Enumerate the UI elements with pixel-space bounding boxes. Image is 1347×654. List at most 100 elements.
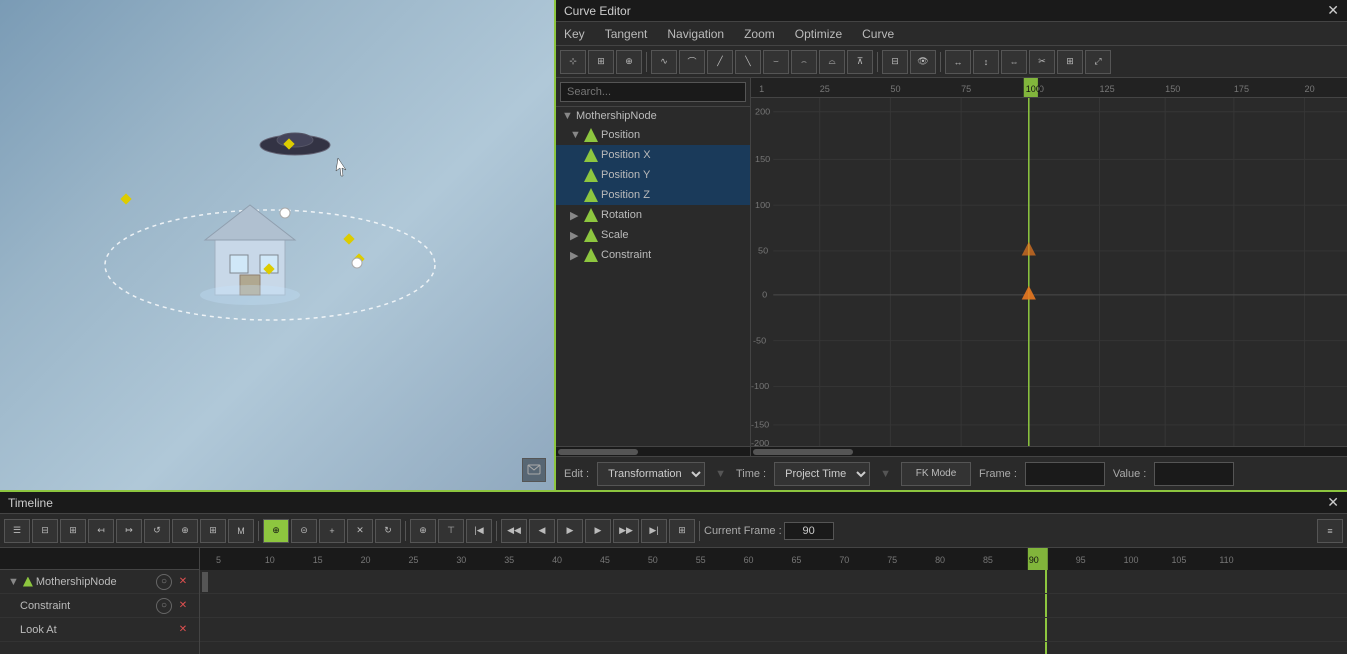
tree-item-position[interactable]: ▼ Position [556,125,750,145]
tl-tb7[interactable]: ⊕ [172,519,198,543]
tb-move3[interactable]: ↕ [973,50,999,74]
viewport-message-icon[interactable] [522,458,546,482]
tl-collapse-constraint[interactable]: ○ [156,598,172,614]
menu-key[interactable]: Key [560,25,589,43]
svg-text:80: 80 [935,555,945,565]
svg-text:20: 20 [361,555,371,565]
time-dropdown[interactable]: Project Time [774,462,870,486]
menu-zoom[interactable]: Zoom [740,25,779,43]
tb-curve1[interactable]: ∿ [651,50,677,74]
tb-curve6[interactable]: ⌢ [791,50,817,74]
tl-expand-mothership[interactable]: ▼ [8,576,19,588]
tree-label-rotation: Rotation [601,209,642,221]
timeline-track-area: 5 10 15 20 25 30 35 40 45 50 55 60 65 70 [200,548,1347,654]
tl-delete-constraint[interactable]: ✕ [175,598,191,614]
tree-item-posX[interactable]: Position X [556,145,750,165]
tb-move[interactable]: ⊞ [588,50,614,74]
tl-zoom[interactable]: ⊕ [410,519,436,543]
tree-item-rotation[interactable]: ▶ Rotation [556,205,750,225]
tb-eye[interactable]: 👁 [910,50,936,74]
tl-play-fwd[interactable]: ▶▶ [613,519,639,543]
icon-posY [584,168,598,182]
svg-text:-150: -150 [751,420,769,429]
tb-del[interactable]: ✂ [1029,50,1055,74]
tl-delkey[interactable]: ✕ [347,519,373,543]
tb-move2[interactable]: ↔ [945,50,971,74]
tl-tb6[interactable]: ↺ [144,519,170,543]
search-bar [556,78,750,107]
tl-rec[interactable]: ⊕ [263,519,289,543]
tb-expand[interactable]: ⤢ [1085,50,1111,74]
tl-tb5[interactable]: ↦ [116,519,142,543]
current-frame-label: Current Frame : [704,525,782,537]
tree-item-mothership[interactable]: ▼ MothershipNode [556,107,750,125]
tl-settings[interactable]: ≡ [1317,519,1343,543]
current-frame-input[interactable] [784,522,834,540]
viewport [0,0,554,490]
svg-text:50: 50 [648,555,658,565]
tb-curve8[interactable]: ⊼ [847,50,873,74]
tl-tb1[interactable]: ☰ [4,519,30,543]
tl-node-lookat: Look At [20,624,57,636]
menu-optimize[interactable]: Optimize [791,25,846,43]
svg-text:0: 0 [762,290,767,299]
tl-collapse-mothership[interactable]: ○ [156,574,172,590]
tl-play-back[interactable]: ◀◀ [501,519,527,543]
track-row-constraint[interactable] [200,594,1347,618]
tb-frame[interactable]: ⊞ [1057,50,1083,74]
svg-text:110: 110 [1219,555,1233,565]
timeline-close[interactable]: ✕ [1327,494,1339,511]
search-input[interactable] [560,82,746,102]
track-row-mothership[interactable] [200,570,1347,594]
channel-scroll-thumb[interactable] [558,449,638,455]
fk-mode-btn[interactable]: FK Mode [901,462,971,486]
edit-dropdown[interactable]: Transformation [597,462,705,486]
tl-tb4[interactable]: ↤ [88,519,114,543]
tl-tb8[interactable]: ⊞ [200,519,226,543]
svg-text:30: 30 [456,555,466,565]
tl-loop[interactable]: ↻ [375,519,401,543]
tl-forward[interactable]: ▶ [585,519,611,543]
menu-navigation[interactable]: Navigation [663,25,728,43]
menu-tangent[interactable]: Tangent [601,25,652,43]
graph-scroll-thumb[interactable] [753,449,853,455]
track-handle-mothership[interactable] [202,572,208,592]
tb-sep3 [940,52,941,72]
tl-addkey[interactable]: + [319,519,345,543]
tb-curve3[interactable]: ╱ [707,50,733,74]
tl-back[interactable]: ◀ [529,519,555,543]
tl-snap[interactable]: ⊤ [438,519,464,543]
tl-delete-lookat[interactable]: ✕ [175,622,191,638]
tl-label-mothership[interactable]: ▼ MothershipNode ○ ✕ [0,570,199,594]
graph-h-scrollbar[interactable] [751,446,1347,456]
tb-curve2[interactable]: ⌒ [679,50,705,74]
tl-link[interactable]: ⊝ [291,519,317,543]
channel-scrollbar[interactable] [556,446,750,456]
tl-end[interactable]: ▶| [641,519,667,543]
tl-play[interactable]: ▶ [557,519,583,543]
tree-item-posY[interactable]: Position Y [556,165,750,185]
tb-scale2[interactable]: ⇔ [1001,50,1027,74]
track-row-lookat[interactable] [200,618,1347,642]
tb-select[interactable]: ⊹ [560,50,586,74]
tl-delete-mothership[interactable]: ✕ [175,574,191,590]
tb-curve7[interactable]: ⌓ [819,50,845,74]
value-input[interactable] [1154,462,1234,486]
tl-prev-key[interactable]: |◀ [466,519,492,543]
tb-snap[interactable]: ⊟ [882,50,908,74]
menu-curve[interactable]: Curve [858,25,898,43]
tl-tb2[interactable]: ⊟ [32,519,58,543]
tb-curve5[interactable]: ⌣ [763,50,789,74]
tl-tb9[interactable]: M [228,519,254,543]
tl-label-constraint[interactable]: Constraint ○ ✕ [0,594,199,618]
tree-item-posZ[interactable]: Position Z [556,185,750,205]
curve-editor-close[interactable]: ✕ [1327,2,1339,19]
tree-item-scale[interactable]: ▶ Scale [556,225,750,245]
frame-input[interactable] [1025,462,1105,486]
tb-layer[interactable]: ⊕ [616,50,642,74]
tl-expand2[interactable]: ⊞ [669,519,695,543]
tb-curve4[interactable]: ╲ [735,50,761,74]
tl-label-lookat[interactable]: Look At ✕ [0,618,199,642]
tl-tb3[interactable]: ⊞ [60,519,86,543]
tree-item-constraint[interactable]: ▶ Constraint [556,245,750,265]
